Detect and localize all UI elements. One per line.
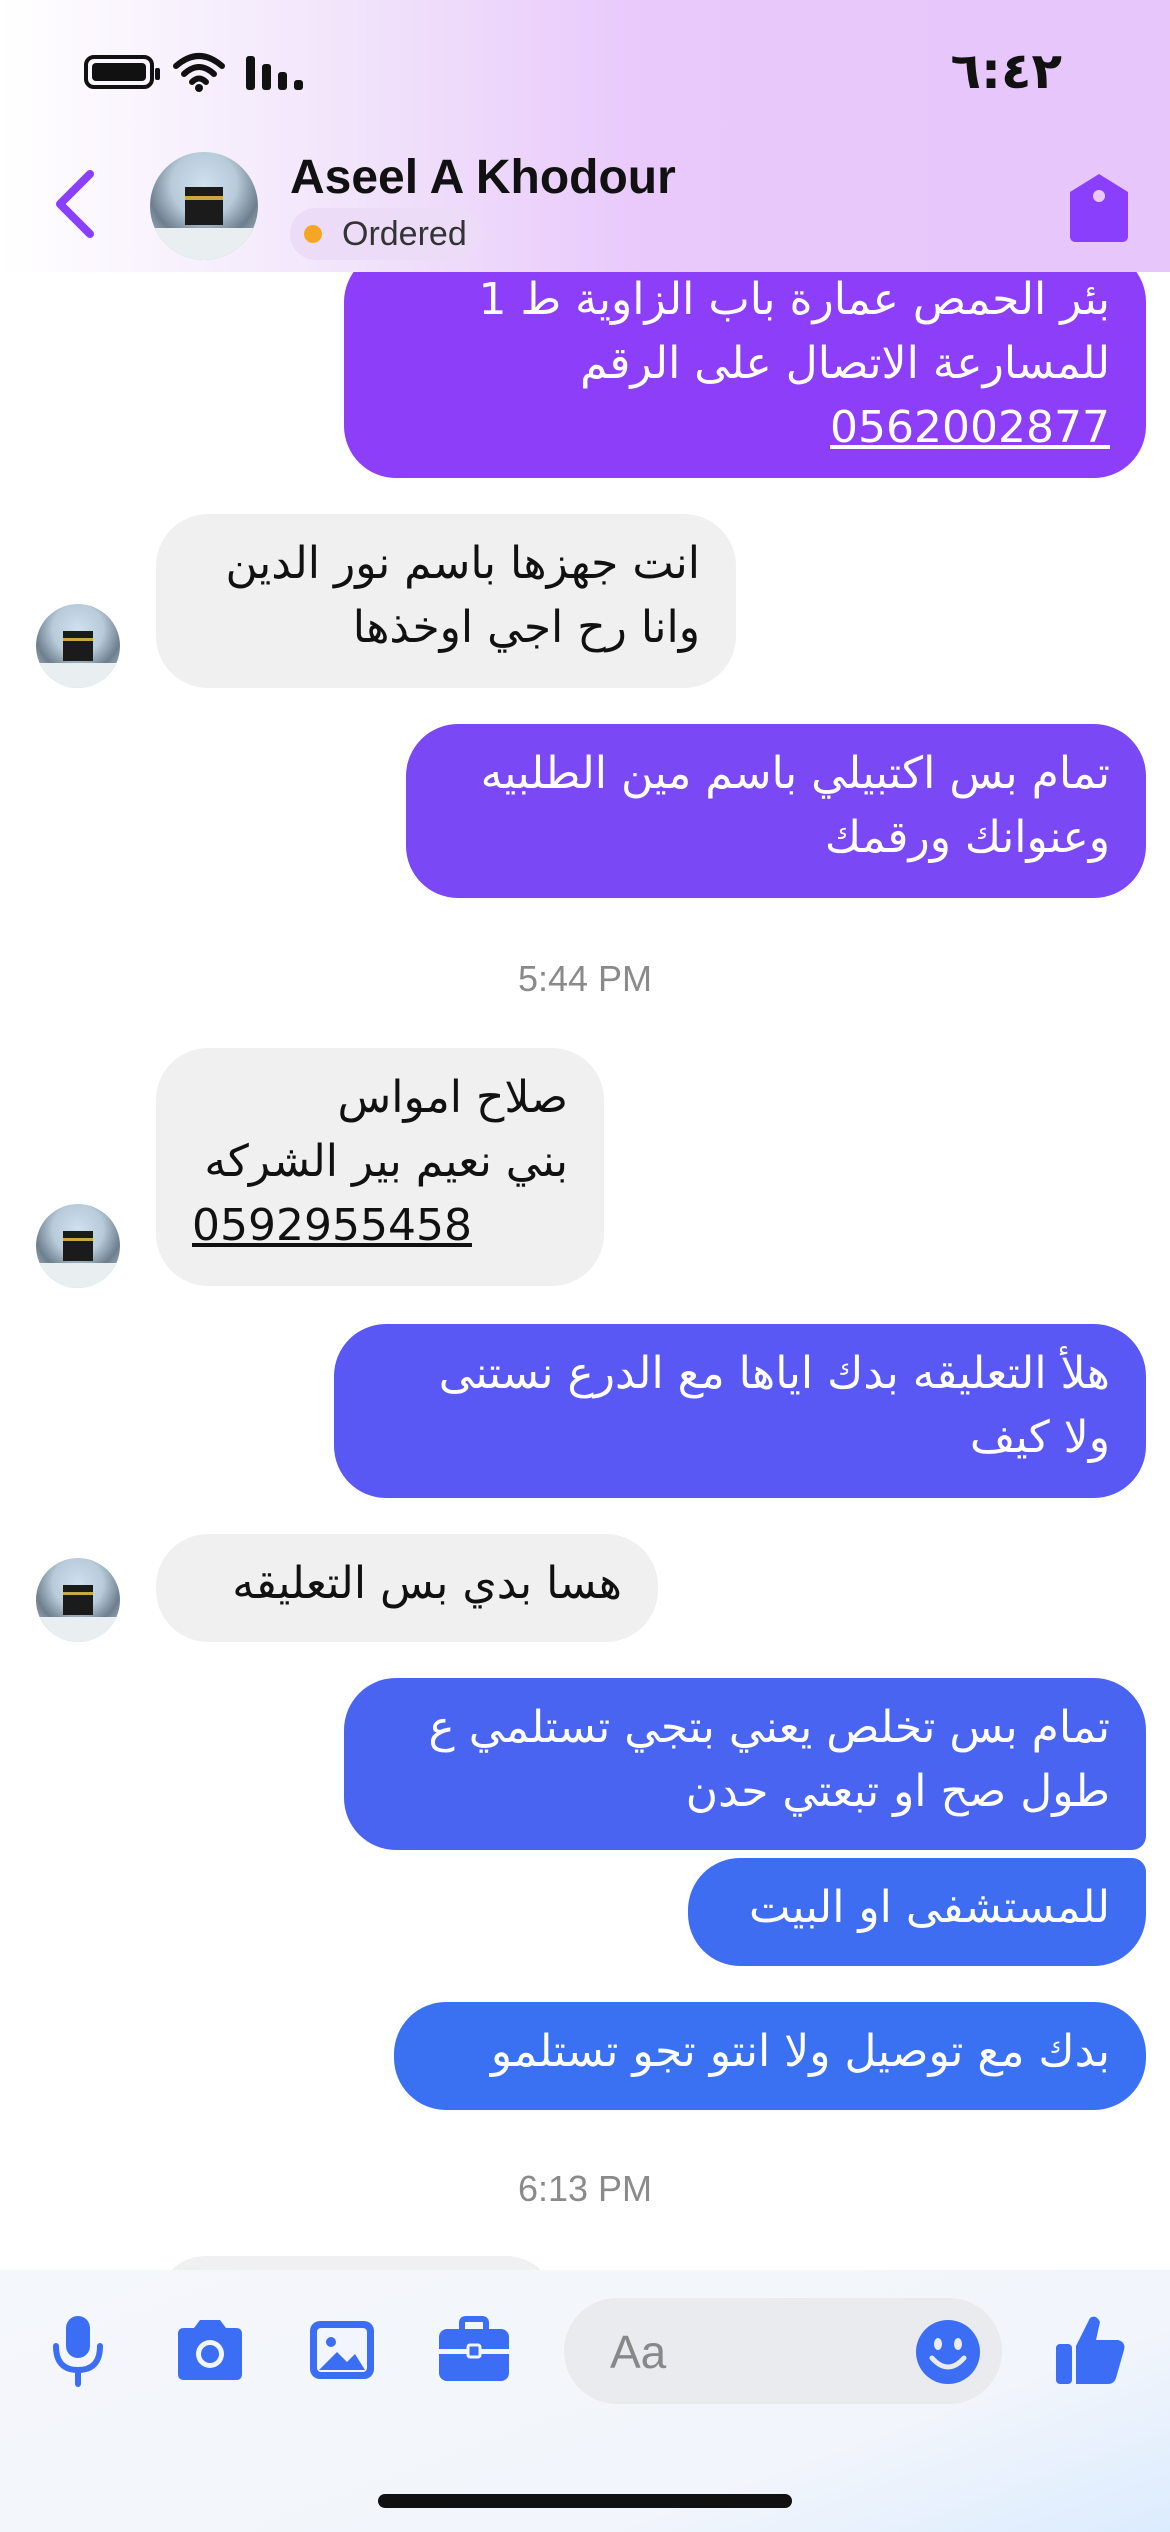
message-list[interactable]: بئر الحمص عمارة باب الزاوية ط 1 للمسارعة… <box>0 0 1170 2270</box>
message-input[interactable] <box>608 2298 872 2406</box>
message-bubble-sent[interactable]: تمام بس اكتبيلي باسم مين الطلبيه وعنوانك… <box>406 724 1146 898</box>
message-bubble-received[interactable]: هسا بدي بس التعليقه <box>156 1534 658 1642</box>
microphone-icon <box>53 2316 103 2387</box>
message-text: هسا بدي بس التعليقه <box>232 1558 622 1609</box>
contact-avatar[interactable] <box>36 1558 120 1642</box>
tag-icon <box>1070 174 1128 242</box>
wifi-icon <box>173 53 225 92</box>
message-text: انت جهزها باسم نور الدين <box>225 538 700 589</box>
timestamp: 6:13 PM <box>517 2168 653 2209</box>
briefcase-icon <box>439 2316 509 2381</box>
chevron-left-icon <box>56 170 94 238</box>
order-status-label: Ordered <box>342 214 467 253</box>
signal-icon <box>246 56 303 90</box>
tag-button[interactable] <box>1068 172 1130 244</box>
message-text: بدك مع توصيل ولا انتو تجو تستلمو <box>490 2026 1110 2077</box>
camera-icon <box>178 2320 242 2380</box>
message-text: ولا كيف <box>969 1412 1110 1463</box>
phone-link[interactable]: 0562002877 <box>830 402 1110 453</box>
photo-button[interactable] <box>302 2310 382 2390</box>
microphone-button[interactable] <box>38 2310 118 2390</box>
status-dot-icon <box>304 225 322 243</box>
phone-link[interactable]: 0592955458 <box>192 1200 472 1251</box>
like-button[interactable] <box>1050 2310 1130 2390</box>
message-text: وانا رح اجي اوخذها <box>352 602 700 653</box>
message-bubble-sent[interactable]: تمام بس تخلص يعني بتجي تستلمي ع طول صح ا… <box>344 1678 1146 1850</box>
chat-header: ٦:٤٢ Aseel A Khodour Ordered <box>0 0 1170 272</box>
message-text: للمستشفى او البيت <box>749 1882 1110 1933</box>
timestamp: 5:44 PM <box>517 958 653 999</box>
message-text: وعنوانك ورقمك <box>824 812 1110 863</box>
camera-button[interactable] <box>170 2310 250 2390</box>
message-bubble-received[interactable]: صلاح امواس بني نعيم بير الشركه 059295545… <box>156 1048 604 1286</box>
message-input-wrapper[interactable] <box>564 2298 1002 2406</box>
message-bubble-sent[interactable]: هلأ التعليقه بدك اياها مع الدرع نستنى ول… <box>334 1324 1146 1498</box>
emoji-icon <box>916 2320 980 2384</box>
message-text: تمام بس اكتبيلي باسم مين الطلبيه <box>480 748 1110 799</box>
message-composer <box>0 2270 1170 2532</box>
contact-avatar[interactable] <box>36 604 120 688</box>
message-text: صلاح امواس <box>337 1072 568 1123</box>
message-bubble-received[interactable]: انت جهزها باسم نور الدين وانا رح اجي اوخ… <box>156 514 736 688</box>
emoji-button[interactable] <box>914 2318 982 2386</box>
message-bubble-received[interactable] <box>156 2256 556 2270</box>
order-status-badge[interactable]: Ordered <box>290 208 481 260</box>
back-button[interactable] <box>50 168 100 240</box>
photo-icon <box>310 2321 374 2379</box>
message-bubble-sent[interactable]: بئر الحمص عمارة باب الزاوية ط 1 للمسارعة… <box>344 250 1146 478</box>
battery-icon <box>84 55 160 89</box>
contact-avatar[interactable] <box>36 1204 120 1288</box>
message-text: بئر الحمص عمارة باب الزاوية ط 1 <box>478 274 1110 325</box>
home-indicator <box>378 2494 792 2508</box>
status-time: ٦:٤٢ <box>950 42 1062 100</box>
contact-name[interactable]: Aseel A Khodour <box>290 150 676 205</box>
message-text: تمام بس تخلص يعني بتجي تستلمي ع <box>428 1702 1110 1753</box>
message-text: بني نعيم بير الشركه <box>204 1136 568 1187</box>
status-bar-icons <box>84 52 308 92</box>
thumbs-up-icon <box>1056 2316 1125 2384</box>
contact-avatar[interactable] <box>150 152 258 260</box>
briefcase-button[interactable] <box>434 2310 514 2390</box>
message-bubble-sent[interactable]: بدك مع توصيل ولا انتو تجو تستلمو <box>394 2002 1146 2110</box>
message-bubble-sent[interactable]: للمستشفى او البيت <box>688 1858 1146 1966</box>
message-text: هلأ التعليقه بدك اياها مع الدرع نستنى <box>438 1348 1110 1399</box>
message-text: للمسارعة الاتصال على الرقم <box>580 338 1110 389</box>
message-text: طول صح او تبعتي حدن <box>685 1766 1110 1817</box>
